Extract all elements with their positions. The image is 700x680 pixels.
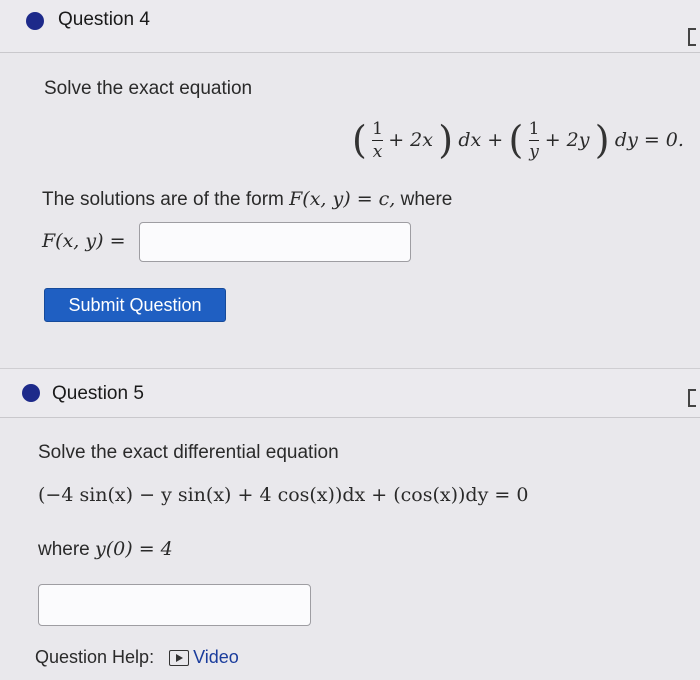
video-link[interactable]: Video [169, 647, 239, 667]
eq-term-2y: + 2y [544, 129, 590, 151]
right-paren: ) [438, 118, 454, 162]
question-4-bullet-icon [26, 12, 44, 30]
eq-term-2x: + 2x [388, 129, 433, 151]
left-paren: ( [508, 118, 524, 162]
play-video-icon [169, 650, 190, 667]
question-5-bullet-icon [22, 384, 40, 402]
solution-form-math: F(x, y) = c, [289, 188, 396, 210]
question-5-initial-condition: where y(0) = 4 [38, 538, 173, 561]
fraction-numerator: 1 [372, 118, 383, 139]
edge-bracket-icon [688, 389, 696, 407]
question-help: Question Help: Video [35, 647, 239, 668]
initial-condition-math: y(0) = 4 [95, 538, 173, 560]
question-5-title: Question 5 [52, 383, 144, 404]
answer-label: F(x, y) = [42, 230, 126, 252]
initial-condition-where: where [38, 539, 90, 560]
question-4-prompt: Solve the exact equation [44, 78, 253, 99]
eq-dy: dy = 0. [614, 129, 684, 151]
fraction-bar [528, 139, 540, 141]
fraction-denominator: y [529, 141, 539, 162]
fraction-denominator: x [372, 141, 383, 162]
solution-form-text: The solutions are of the form [42, 189, 284, 210]
submit-question-button[interactable]: Submit Question [44, 288, 226, 322]
question-5-header: Question 5 [0, 368, 700, 418]
question-5-prompt: Solve the exact differential equation [38, 442, 339, 463]
left-paren: ( [352, 118, 367, 162]
question-help-label: Question Help: [35, 647, 155, 667]
question-4-solution-form: The solutions are of the form F(x, y) = … [42, 188, 452, 211]
question-4-title: Question 4 [58, 9, 150, 30]
edge-bracket-icon [688, 28, 696, 46]
question-4-equation: ( 1 x + 2x ) dx + ( 1 y + 2y ) dy = 0. [352, 118, 684, 162]
video-link-label: Video [193, 647, 239, 667]
fraction-1-over-x: 1 x [372, 119, 383, 162]
right-paren: ) [594, 118, 610, 162]
fraction-bar [372, 139, 383, 141]
answer-input[interactable] [139, 222, 411, 262]
question-5-equation: (−4 sin(x) − y sin(x) + 4 cos(x))dx + (c… [38, 484, 529, 506]
fraction-numerator: 1 [528, 118, 540, 139]
solution-form-where: where [400, 189, 453, 210]
question-5-answer-input[interactable] [38, 584, 311, 626]
eq-dx: dx + [458, 129, 504, 151]
fraction-1-over-y: 1 y [528, 118, 540, 162]
question-4-header: Question 4 [0, 0, 700, 53]
